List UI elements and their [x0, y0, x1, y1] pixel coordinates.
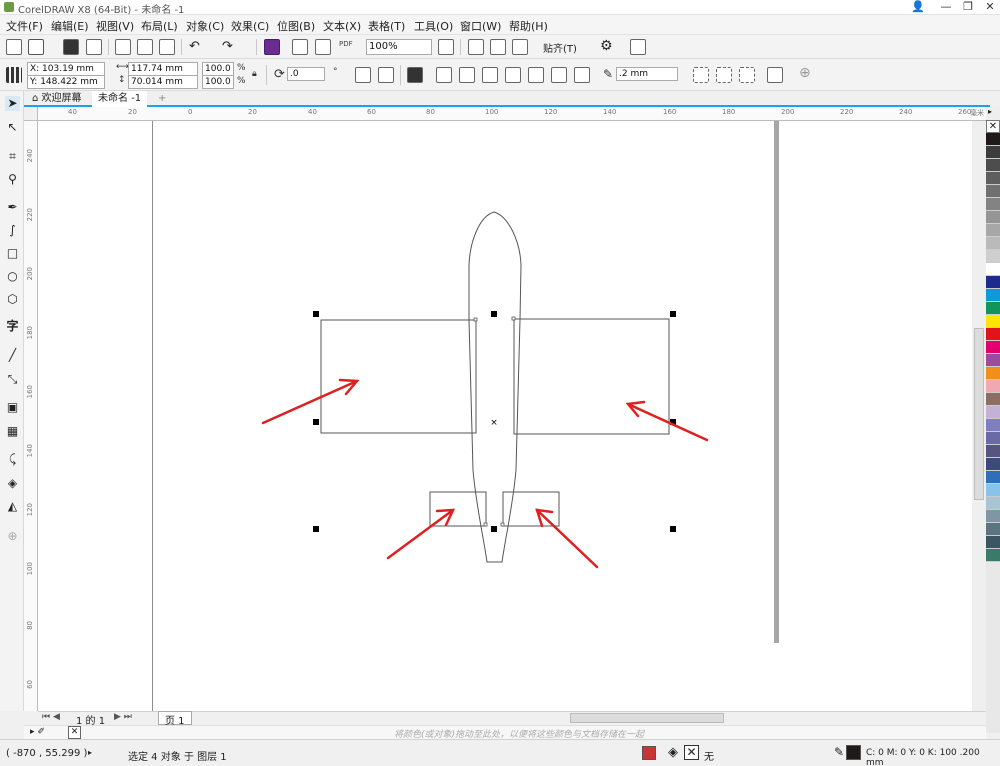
palette-swatch[interactable]: [986, 419, 1000, 432]
outline-status: C: 0 M: 0 Y: 0 K: 100 .200 mm: [866, 748, 980, 766]
palette-swatch[interactable]: [986, 198, 1000, 211]
color-profile-icon[interactable]: [642, 746, 656, 760]
status-expand-icon[interactable]: ▸: [88, 748, 92, 757]
color-palette: [986, 133, 1000, 733]
page-nav-first-icon[interactable]: ⏮ ◀: [42, 712, 60, 722]
palette-swatch[interactable]: [986, 471, 1000, 484]
palette-swatch[interactable]: [986, 237, 1000, 250]
palette-swatch[interactable]: [986, 289, 1000, 302]
no-color-swatch[interactable]: ✕: [986, 120, 1000, 133]
page-tab-1[interactable]: 页 1: [158, 711, 192, 727]
page-navigation-bar: ⏮ ◀ 1 的 1 ▶ ⏭ 页 1: [38, 711, 986, 727]
palette-swatch[interactable]: [986, 315, 1000, 328]
palette-swatch[interactable]: [986, 523, 1000, 536]
outline-color-swatch[interactable]: [846, 745, 861, 760]
vertical-scroll-thumb[interactable]: [974, 328, 984, 500]
palette-swatch[interactable]: [986, 497, 1000, 510]
horizontal-scroll-thumb[interactable]: [570, 713, 724, 723]
palette-swatch[interactable]: [986, 380, 1000, 393]
palette-swatch[interactable]: [986, 276, 1000, 289]
outline-pen-status-icon: ✎: [834, 745, 845, 759]
cursor-coordinates: ( -870 , 55.299 ): [6, 748, 88, 759]
palette-swatch[interactable]: [986, 224, 1000, 237]
page-nav-next-icon[interactable]: ▶ ⏭: [114, 712, 132, 722]
palette-swatch[interactable]: [986, 185, 1000, 198]
palette-swatch[interactable]: [986, 172, 1000, 185]
left-wing: [320, 319, 477, 434]
palette-swatch[interactable]: [986, 133, 1000, 146]
palette-swatch[interactable]: [986, 536, 1000, 549]
status-bar: ( -870 , 55.299 ) ▸ 选定 4 对象 于 图层 1 ◈ ✕ 无…: [0, 739, 1000, 766]
document-palette-bar: ▸ ✐ ✕ 将颜色(或对象)拖动至此处，以便将这些颜色与文档存储在一起: [24, 725, 986, 740]
palette-swatch[interactable]: [986, 146, 1000, 159]
annotation-arrows: [261, 378, 709, 569]
fill-status: 无: [704, 752, 714, 763]
palette-swatch[interactable]: [986, 510, 1000, 523]
palette-swatch[interactable]: [986, 159, 1000, 172]
right-wing: [513, 318, 670, 435]
palette-swatch[interactable]: [986, 458, 1000, 471]
palette-swatch[interactable]: [986, 263, 1000, 276]
palette-swatch[interactable]: [986, 302, 1000, 315]
drawing-objects: ×: [261, 211, 709, 569]
palette-swatch[interactable]: [986, 367, 1000, 380]
palette-swatch[interactable]: [986, 250, 1000, 263]
fill-bucket-icon: ◈: [668, 745, 678, 760]
palette-swatch[interactable]: [986, 393, 1000, 406]
palette-swatch[interactable]: [986, 484, 1000, 497]
fill-none-swatch[interactable]: ✕: [684, 745, 699, 760]
palette-tools-icon[interactable]: ▸ ✐: [30, 727, 45, 737]
selection-info: 选定 4 对象 于 图层 1: [128, 752, 227, 763]
palette-swatch[interactable]: [986, 211, 1000, 224]
palette-swatch[interactable]: [986, 549, 1000, 562]
fuselage-shape: [468, 211, 522, 563]
palette-swatch[interactable]: [986, 406, 1000, 419]
no-color-icon[interactable]: ✕: [68, 726, 81, 739]
palette-swatch[interactable]: [986, 341, 1000, 354]
palette-swatch[interactable]: [986, 445, 1000, 458]
palette-swatch[interactable]: [986, 354, 1000, 367]
center-mark: ×: [490, 418, 498, 428]
palette-swatch[interactable]: [986, 328, 1000, 341]
palette-swatch[interactable]: [986, 432, 1000, 445]
palette-header: ▸ ✕: [986, 107, 1000, 133]
palette-scroll-up-icon[interactable]: ▸: [988, 107, 992, 116]
